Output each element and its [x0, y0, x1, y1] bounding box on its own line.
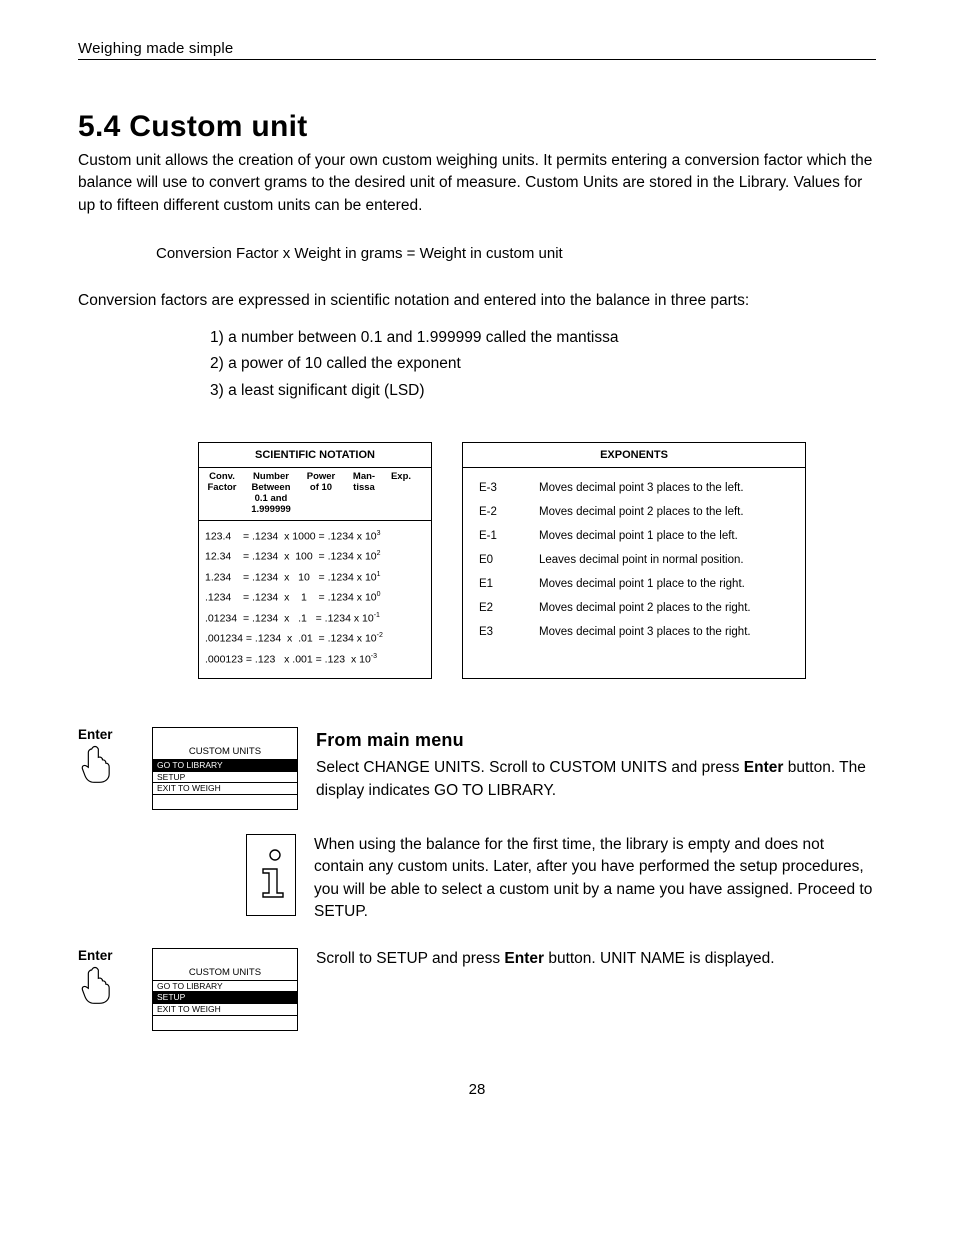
exponents-table: EXPONENTS E-3 Moves decimal point 3 place… [462, 442, 806, 679]
sci-header-number-between: NumberBetween0.1 and1.999999 [243, 472, 299, 516]
intro-paragraph: Custom unit allows the creation of your … [78, 150, 876, 217]
exp-row: E-1 Moves decimal point 1 place to the le… [479, 530, 789, 542]
exp-code: E0 [479, 554, 505, 566]
exp-desc: Moves decimal point 3 places to the righ… [539, 626, 751, 638]
sci-table-headers: Conv.Factor NumberBetween0.1 and1.999999… [199, 468, 431, 521]
step3-text: Scroll to SETUP and press Enter button. … [316, 948, 876, 970]
exp-code: E3 [479, 626, 505, 638]
sci-row: .01234 = .1234 x .1 = .1234 x 10-1 [205, 609, 425, 629]
sci-row: .001234 = .1234 x .01 = .1234 x 10-2 [205, 629, 425, 649]
screen2-line-0: GO TO LIBRARY [153, 980, 297, 992]
procedure-step-3: Enter CUSTOM UNITS GO TO LIBRARY SETUP E… [78, 948, 876, 1031]
enter-label-2: Enter [78, 948, 113, 963]
procedure-step-2: When using the balance for the first tim… [78, 834, 876, 924]
section-title: 5.4 Custom unit [78, 110, 876, 144]
tables-row: SCIENTIFIC NOTATION Conv.Factor NumberBe… [198, 442, 876, 679]
exp-table-title: EXPONENTS [463, 443, 805, 468]
sci-row: .1234 = .1234 x 1 = .1234 x 100 [205, 588, 425, 608]
info-icon [251, 849, 291, 901]
conversion-formula: Conversion Factor x Weight in grams = We… [156, 245, 876, 262]
sci-header-conv-factor: Conv.Factor [201, 472, 243, 516]
sci-header-mantissa: Man-tissa [343, 472, 385, 516]
hand-press-icon [78, 744, 112, 784]
sci-table-body: 123.4 = .1234 x 1000 = .1234 x 10312.34 … [199, 521, 431, 678]
part-3: 3) a least significant digit (LSD) [78, 380, 876, 402]
info-icon-box [246, 834, 296, 916]
display-screen-1: CUSTOM UNITS GO TO LIBRARY SETUP EXIT TO… [152, 727, 298, 810]
enter-label-1: Enter [78, 727, 113, 742]
exp-row: E-2 Moves decimal point 2 places to the l… [479, 506, 789, 518]
screen1-line-1: SETUP [153, 771, 297, 783]
sci-row: 123.4 = .1234 x 1000 = .1234 x 103 [205, 527, 425, 547]
exp-code: E2 [479, 602, 505, 614]
exp-row: E3 Moves decimal point 3 places to the ri… [479, 626, 789, 638]
exp-desc: Leaves decimal point in normal position. [539, 554, 744, 566]
exp-code: E1 [479, 578, 505, 590]
exp-row: E1 Moves decimal point 1 place to the rig… [479, 578, 789, 590]
exp-desc: Moves decimal point 2 places to the righ… [539, 602, 751, 614]
part-1: 1) a number between 0.1 and 1.999999 cal… [78, 327, 876, 349]
screen2-line-2: EXIT TO WEIGH [153, 1003, 297, 1016]
exp-table-body: E-3 Moves decimal point 3 places to the l… [463, 468, 805, 670]
exp-desc: Moves decimal point 2 places to the left… [539, 506, 744, 518]
part-2: 2) a power of 10 called the exponent [78, 353, 876, 375]
scientific-notation-table: SCIENTIFIC NOTATION Conv.Factor NumberBe… [198, 442, 432, 679]
step1-bold: Enter [744, 759, 784, 776]
hand-press-icon [78, 965, 112, 1005]
exp-row: E2 Moves decimal point 2 places to the ri… [479, 602, 789, 614]
procedure-step-1: Enter CUSTOM UNITS GO TO LIBRARY SETUP E… [78, 727, 876, 810]
parts-intro: Conversion factors are expressed in scie… [78, 290, 876, 312]
sci-row: .000123 = .123 x .001 = .123 x 10-3 [205, 650, 425, 670]
page-number: 28 [78, 1081, 876, 1098]
sci-header-exp: Exp. [385, 472, 417, 516]
screen1-title: CUSTOM UNITS [153, 730, 297, 759]
step3-pre: Scroll to SETUP and press [316, 950, 504, 967]
step3-post: button. UNIT NAME is displayed. [544, 950, 775, 967]
sci-row: 1.234 = .1234 x 10 = .1234 x 101 [205, 568, 425, 588]
exp-code: E-2 [479, 506, 505, 518]
enter-icon-2: Enter [78, 948, 134, 1009]
screen2-line-1: SETUP [153, 991, 297, 1003]
running-header: Weighing made simple [78, 40, 876, 60]
exp-desc: Moves decimal point 3 places to the left… [539, 482, 744, 494]
step3-bold: Enter [504, 950, 544, 967]
from-main-menu-heading: From main menu [316, 727, 876, 753]
exp-code: E-1 [479, 530, 505, 542]
exp-row: E0 Leaves decimal point in normal positio… [479, 554, 789, 566]
screen2-title: CUSTOM UNITS [153, 951, 297, 980]
display-screen-2: CUSTOM UNITS GO TO LIBRARY SETUP EXIT TO… [152, 948, 298, 1031]
step1-pre: Select CHANGE UNITS. Scroll to CUSTOM UN… [316, 759, 744, 776]
sci-table-title: SCIENTIFIC NOTATION [199, 443, 431, 468]
sci-header-power: Powerof 10 [299, 472, 343, 516]
screen1-line-2: EXIT TO WEIGH [153, 782, 297, 795]
exp-desc: Moves decimal point 1 place to the right… [539, 578, 745, 590]
exp-code: E-3 [479, 482, 505, 494]
step1-text: From main menu Select CHANGE UNITS. Scro… [316, 727, 876, 802]
screen1-line-0: GO TO LIBRARY [153, 759, 297, 771]
enter-icon-1: Enter [78, 727, 134, 788]
step2-text: When using the balance for the first tim… [314, 834, 876, 924]
sci-row: 12.34 = .1234 x 100 = .1234 x 102 [205, 547, 425, 567]
exp-row: E-3 Moves decimal point 3 places to the l… [479, 482, 789, 494]
exp-desc: Moves decimal point 1 place to the left. [539, 530, 738, 542]
